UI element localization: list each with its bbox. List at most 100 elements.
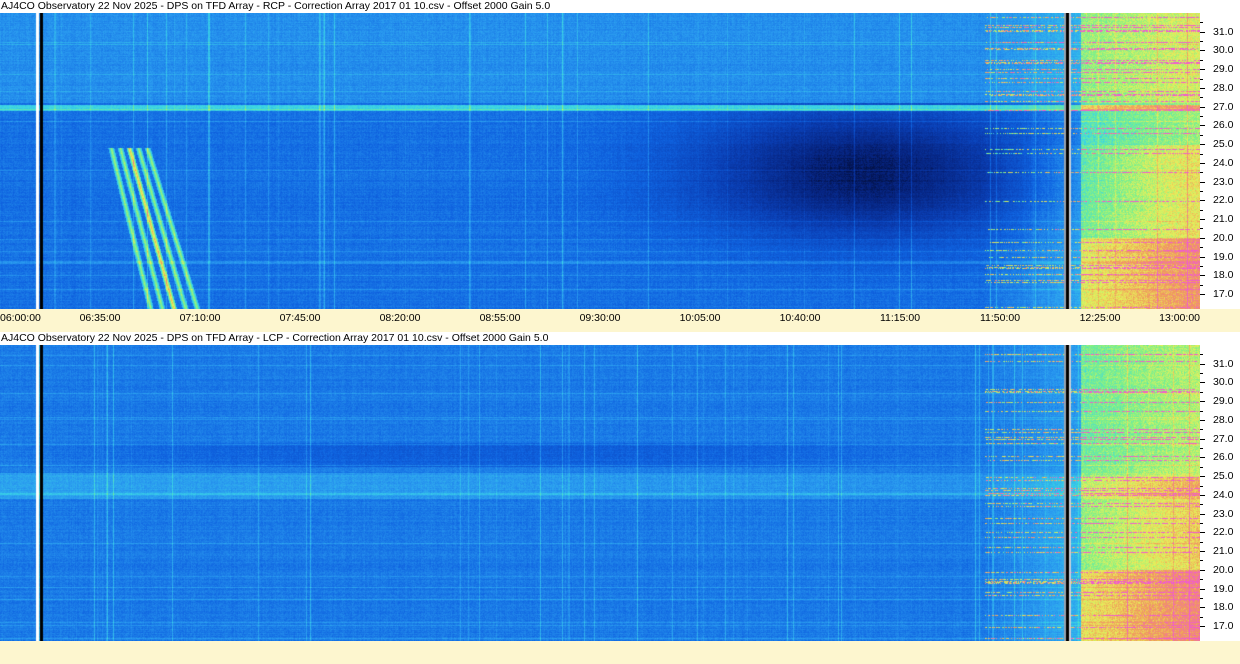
y-tick-label: 24.0 (1213, 488, 1234, 501)
y-tick-label: 22.0 (1213, 194, 1234, 207)
y-tick (1200, 532, 1205, 534)
y-tick (1200, 476, 1205, 478)
y-tick (1200, 181, 1205, 183)
y-minor-tick (1200, 134, 1203, 136)
y-tick (1200, 438, 1205, 440)
y-minor-tick (1200, 373, 1203, 375)
lcp-spectrogram-plot (0, 345, 1200, 641)
y-tick (1200, 457, 1205, 459)
y-tick-label: 26.0 (1213, 451, 1234, 464)
y-tick (1200, 513, 1205, 515)
y-tick-label: 23.0 (1213, 507, 1234, 520)
y-tick-label: 21.0 (1213, 213, 1234, 226)
y-tick (1200, 125, 1205, 127)
y-tick-label: 25.0 (1213, 138, 1234, 151)
y-tick-label: 19.0 (1213, 250, 1234, 263)
y-tick-label: 20.0 (1213, 231, 1234, 244)
y-tick-label: 22.0 (1213, 526, 1234, 539)
y-tick-label: 21.0 (1213, 545, 1234, 558)
y-tick (1200, 87, 1205, 89)
y-minor-tick (1200, 410, 1203, 412)
panel-title: AJ4CO Observatory 22 Nov 2025 - DPS on T… (0, 332, 1240, 345)
y-minor-tick (1200, 41, 1203, 43)
y-tick-label: 24.0 (1213, 156, 1234, 169)
y-minor-tick (1200, 78, 1203, 80)
y-tick-label: 17.0 (1213, 620, 1234, 632)
y-tick-label: 29.0 (1213, 63, 1234, 76)
y-minor-tick (1200, 504, 1203, 506)
y-tick-label: 17.0 (1213, 288, 1234, 300)
y-tick (1200, 401, 1205, 403)
x-tick-label: 08:55:00 (479, 312, 521, 324)
y-tick (1200, 256, 1205, 258)
y-minor-tick (1200, 579, 1203, 581)
y-minor-tick (1200, 172, 1203, 174)
y-tick (1200, 588, 1205, 590)
y-minor-tick (1200, 541, 1203, 543)
y-tick (1200, 607, 1205, 609)
y-minor-tick (1200, 354, 1203, 356)
y-tick-label: 26.0 (1213, 119, 1234, 132)
y-tick-label: 18.0 (1213, 269, 1234, 282)
y-tick (1200, 69, 1205, 71)
y-tick (1200, 50, 1205, 52)
y-minor-tick (1200, 522, 1203, 524)
x-tick-label: 11:15:00 (879, 312, 921, 324)
y-tick (1200, 494, 1205, 496)
frequency-axis: 31.0 30.0 29.0 28.0 27.0 26.0 25.0 24.0 23.0 22.0… (1200, 345, 1240, 641)
y-tick (1200, 294, 1205, 295)
frequency-axis: 31.0 30.0 29.0 28.0 27.0 26.0 25.0 24.0 23.0 22.0… (1200, 13, 1240, 309)
rcp-spectrogram-plot (0, 13, 1200, 309)
y-tick-label: 23.0 (1213, 175, 1234, 188)
y-tick-label: 30.0 (1213, 44, 1234, 57)
y-minor-tick (1200, 22, 1203, 24)
y-minor-tick (1200, 391, 1203, 393)
y-minor-tick (1200, 429, 1203, 431)
y-tick-label: 20.0 (1213, 563, 1234, 576)
y-tick (1200, 106, 1205, 108)
y-minor-tick (1200, 209, 1203, 211)
y-tick-label: 28.0 (1213, 413, 1234, 426)
x-tick-label: 09:30:00 (579, 312, 621, 324)
y-minor-tick (1200, 190, 1203, 192)
x-tick-label: 13:00:00 (1159, 312, 1200, 324)
y-minor-tick (1200, 265, 1203, 267)
x-tick-label: 06:35:00 (79, 312, 121, 324)
y-tick-label: 31.0 (1213, 357, 1234, 370)
y-minor-tick (1200, 560, 1203, 562)
y-tick (1200, 626, 1205, 627)
y-tick (1200, 363, 1205, 365)
y-minor-tick (1200, 228, 1203, 230)
y-tick-label: 28.0 (1213, 81, 1234, 94)
y-tick-label: 29.0 (1213, 395, 1234, 408)
panel-title: AJ4CO Observatory 22 Nov 2025 - DPS on T… (0, 0, 1240, 13)
y-minor-tick (1200, 153, 1203, 155)
y-tick-label: 31.0 (1213, 25, 1234, 38)
y-tick (1200, 162, 1205, 164)
x-tick-label: 06:00:00 (0, 312, 41, 324)
y-minor-tick (1200, 116, 1203, 118)
y-tick (1200, 382, 1205, 384)
x-tick-label: 11:50:00 (979, 312, 1021, 324)
y-tick-label: 30.0 (1213, 376, 1234, 389)
y-minor-tick (1200, 597, 1203, 599)
y-tick (1200, 419, 1205, 421)
y-tick (1200, 144, 1205, 146)
y-tick-label: 19.0 (1213, 582, 1234, 595)
y-tick-label: 25.0 (1213, 470, 1234, 483)
y-minor-tick (1200, 97, 1203, 99)
y-minor-tick (1200, 59, 1203, 61)
y-tick (1200, 569, 1205, 571)
y-tick-label: 27.0 (1213, 100, 1234, 113)
y-minor-tick (1200, 284, 1203, 286)
y-tick (1200, 275, 1205, 277)
x-tick-label: 07:10:00 (179, 312, 221, 324)
y-tick (1200, 31, 1205, 33)
x-tick-label: 10:05:00 (679, 312, 721, 324)
y-minor-tick (1200, 616, 1203, 618)
y-tick (1200, 551, 1205, 553)
x-tick-label: 07:45:00 (279, 312, 321, 324)
y-minor-tick (1200, 466, 1203, 468)
y-tick (1200, 200, 1205, 202)
y-minor-tick (1200, 448, 1203, 450)
